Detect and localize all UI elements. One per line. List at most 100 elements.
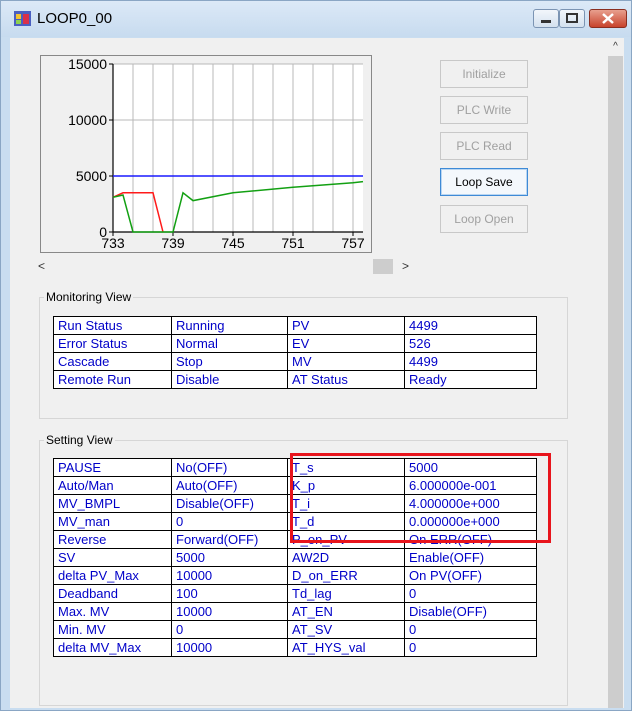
- param-name-cell: delta MV_Max: [53, 638, 172, 657]
- param-value-cell[interactable]: 10000: [171, 602, 288, 621]
- param-value-cell[interactable]: 0: [404, 638, 537, 657]
- loop-save-button[interactable]: Loop Save: [440, 168, 528, 196]
- param-name-cell: AT_EN: [287, 602, 405, 621]
- param-value-cell[interactable]: Disable(OFF): [171, 494, 288, 513]
- param-value-cell[interactable]: 10000: [171, 566, 288, 585]
- table-row: Error Status Normal EV 526: [53, 334, 537, 353]
- y-tick-label: 5000: [76, 168, 107, 184]
- param-name-cell: MV_man: [53, 512, 172, 531]
- vertical-scroll-thumb[interactable]: [608, 56, 623, 708]
- loop-open-button[interactable]: Loop Open: [440, 205, 528, 233]
- param-name-cell: AW2D: [287, 548, 405, 567]
- param-value-cell[interactable]: 4499: [404, 316, 537, 335]
- trend-chart: 0 5000 10000 15000 733 739 745 751 757: [40, 55, 372, 253]
- horizontal-scroll-thumb[interactable]: [373, 259, 393, 274]
- param-name-cell: AT Status: [287, 370, 405, 389]
- minimize-button[interactable]: [533, 9, 559, 28]
- param-value-cell[interactable]: On ERR(OFF): [404, 530, 537, 549]
- x-tick-label: 733: [101, 235, 125, 251]
- param-name-cell: P_on_PV: [287, 530, 405, 549]
- table-row: Cascade Stop MV 4499: [53, 352, 537, 371]
- param-value-cell[interactable]: Disable(OFF): [404, 602, 537, 621]
- y-tick-label: 15000: [68, 56, 107, 72]
- y-tick-label: 10000: [68, 112, 107, 128]
- close-button[interactable]: [589, 9, 627, 28]
- param-name-cell: T_d: [287, 512, 405, 531]
- param-value-cell[interactable]: 0.000000e+000: [404, 512, 537, 531]
- title-bar[interactable]: LOOP0_00: [1, 1, 631, 37]
- param-value-cell[interactable]: Disable: [171, 370, 288, 389]
- param-name-cell: Remote Run: [53, 370, 172, 389]
- param-name-cell: delta PV_Max: [53, 566, 172, 585]
- plc-read-button[interactable]: PLC Read: [440, 132, 528, 160]
- scroll-right-icon[interactable]: >: [402, 258, 409, 275]
- initialize-button[interactable]: Initialize: [440, 60, 528, 88]
- param-name-cell: T_i: [287, 494, 405, 513]
- param-name-cell: Reverse: [53, 530, 172, 549]
- param-name-cell: EV: [287, 334, 405, 353]
- setting-view-label: Setting View: [44, 433, 115, 447]
- param-value-cell[interactable]: 10000: [171, 638, 288, 657]
- param-name-cell: MV_BMPL: [53, 494, 172, 513]
- param-name-cell: MV: [287, 352, 405, 371]
- table-row: Max. MV 10000 AT_EN Disable(OFF): [53, 602, 537, 621]
- minimize-icon: [541, 20, 551, 23]
- param-name-cell: Max. MV: [53, 602, 172, 621]
- plot-bg: [113, 64, 363, 232]
- param-name-cell: AT_HYS_val: [287, 638, 405, 657]
- param-value-cell[interactable]: Forward(OFF): [171, 530, 288, 549]
- horizontal-scrollbar[interactable]: < >: [38, 258, 418, 275]
- setting-table: PAUSE No(OFF) T_s 5000 Auto/Man Auto(OFF) K_p 6…: [53, 458, 537, 657]
- x-tick-label: 745: [221, 235, 245, 251]
- monitoring-view-label: Monitoring View: [44, 290, 134, 304]
- param-value-cell[interactable]: Normal: [171, 334, 288, 353]
- param-name-cell: Error Status: [53, 334, 172, 353]
- app-icon: [14, 11, 31, 26]
- vertical-scrollbar[interactable]: ^: [607, 38, 624, 708]
- plc-write-button[interactable]: PLC Write: [440, 96, 528, 124]
- param-name-cell: Td_lag: [287, 584, 405, 603]
- param-value-cell[interactable]: 6.000000e-001: [404, 476, 537, 495]
- param-name-cell: PV: [287, 316, 405, 335]
- table-row: PAUSE No(OFF) T_s 5000: [53, 458, 537, 477]
- x-tick-label: 751: [281, 235, 305, 251]
- param-name-cell: Run Status: [53, 316, 172, 335]
- x-tick-label: 739: [161, 235, 185, 251]
- param-value-cell[interactable]: 5000: [404, 458, 537, 477]
- param-value-cell[interactable]: 100: [171, 584, 288, 603]
- param-name-cell: AT_SV: [287, 620, 405, 639]
- param-value-cell[interactable]: Stop: [171, 352, 288, 371]
- param-value-cell[interactable]: Enable(OFF): [404, 548, 537, 567]
- param-value-cell[interactable]: Auto(OFF): [171, 476, 288, 495]
- param-name-cell: Min. MV: [53, 620, 172, 639]
- param-value-cell[interactable]: 4.000000e+000: [404, 494, 537, 513]
- param-name-cell: D_on_ERR: [287, 566, 405, 585]
- param-value-cell[interactable]: Running: [171, 316, 288, 335]
- loop-window: LOOP0_00 ^ 0 5000 10000 15000 733 739 745 751 75…: [0, 0, 632, 711]
- param-value-cell[interactable]: 526: [404, 334, 537, 353]
- param-name-cell: T_s: [287, 458, 405, 477]
- param-value-cell[interactable]: 0: [171, 512, 288, 531]
- param-value-cell[interactable]: No(OFF): [171, 458, 288, 477]
- x-tick-label: 757: [341, 235, 365, 251]
- param-name-cell: Deadband: [53, 584, 172, 603]
- maximize-icon: [566, 13, 578, 23]
- param-value-cell[interactable]: 4499: [404, 352, 537, 371]
- trend-chart-svg: 050001000015000733 739 745 751 757: [68, 56, 365, 251]
- param-value-cell[interactable]: 0: [171, 620, 288, 639]
- param-value-cell[interactable]: 0: [404, 620, 537, 639]
- param-value-cell[interactable]: On PV(OFF): [404, 566, 537, 585]
- param-value-cell[interactable]: 0: [404, 584, 537, 603]
- param-name-cell: Auto/Man: [53, 476, 172, 495]
- table-row: Deadband 100 Td_lag 0: [53, 584, 537, 603]
- scroll-up-icon[interactable]: ^: [607, 38, 624, 55]
- param-value-cell[interactable]: Ready: [404, 370, 537, 389]
- client-area: ^ 0 5000 10000 15000 733 739 745 751 757 Initial…: [10, 38, 624, 708]
- scroll-left-icon[interactable]: <: [38, 258, 52, 275]
- table-row: delta PV_Max 10000 D_on_ERR On PV(OFF): [53, 566, 537, 585]
- table-row: Reverse Forward(OFF) P_on_PV On ERR(OFF): [53, 530, 537, 549]
- param-name-cell: PAUSE: [53, 458, 172, 477]
- maximize-button[interactable]: [559, 9, 585, 28]
- window-title: LOOP0_00: [37, 10, 113, 27]
- param-value-cell[interactable]: 5000: [171, 548, 288, 567]
